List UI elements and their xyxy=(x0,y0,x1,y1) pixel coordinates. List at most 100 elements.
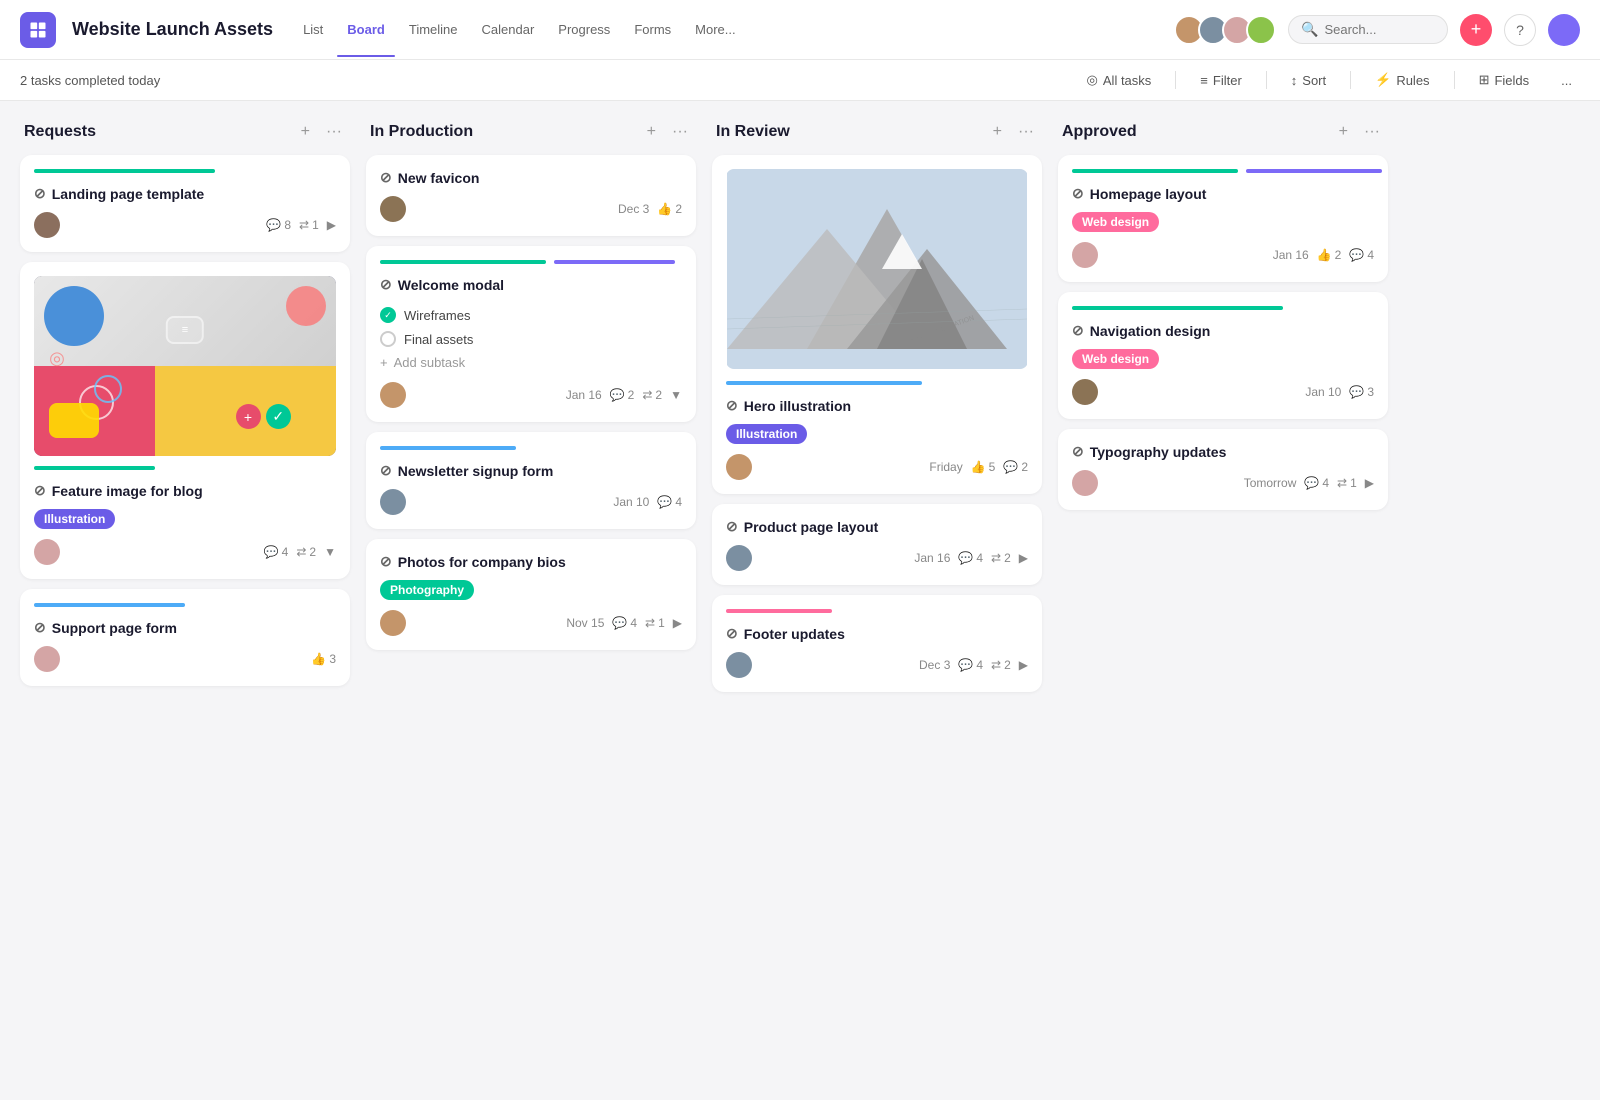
add-card-requests[interactable]: + xyxy=(297,121,314,143)
column-header-production: In Production + ··· xyxy=(366,121,696,143)
add-card-review[interactable]: + xyxy=(989,121,1006,143)
app-header: Website Launch Assets List Board Timelin… xyxy=(0,0,1600,60)
meta-comments-nav: 💬 3 xyxy=(1349,385,1374,399)
tab-timeline[interactable]: Timeline xyxy=(399,16,468,43)
card-navigation-design[interactable]: ⊘ Navigation design Web design Jan 10 💬 … xyxy=(1058,292,1388,419)
mountain-image: HERO ILLUSTRATION xyxy=(726,169,1028,369)
check-icon-welcome: ⊘ xyxy=(380,276,392,293)
column-approved: Approved + ··· ⊘ Homepage layout Web des… xyxy=(1058,121,1388,520)
meta-comments-welcome: 💬 2 xyxy=(610,388,635,402)
rules-btn[interactable]: ⚡ Rules xyxy=(1367,68,1437,92)
add-card-production[interactable]: + xyxy=(643,121,660,143)
header-right: 🔍 + ? xyxy=(1174,14,1580,46)
card-avatar-nav xyxy=(1072,379,1098,405)
subtasks-container: ✓ Wireframes Final assets + Add subtask xyxy=(380,303,682,374)
card-footer-welcome: Jan 16 💬 2 ⇄ 2 ▼ xyxy=(380,382,682,408)
meta-date-hero: Friday xyxy=(929,460,962,474)
tab-more[interactable]: More... xyxy=(685,16,745,43)
tab-list[interactable]: List xyxy=(293,16,333,43)
add-subtask-btn[interactable]: + Add subtask xyxy=(380,351,682,374)
divider-2 xyxy=(1266,71,1267,89)
tag-webdesign-nav: Web design xyxy=(1072,349,1159,369)
meta-date-favicon: Dec 3 xyxy=(618,202,649,216)
card-hero-illustration[interactable]: HERO ILLUSTRATION ⊘ Hero illustration Il… xyxy=(712,155,1042,494)
plus-icon: + xyxy=(380,355,388,370)
design-preview: ≡ ✓ + ◎ xyxy=(34,276,336,456)
sort-btn[interactable]: ↕ Sort xyxy=(1283,69,1334,92)
search-box[interactable]: 🔍 xyxy=(1288,15,1448,44)
card-welcome-modal[interactable]: ⊘ Welcome modal ✓ Wireframes Final asset… xyxy=(366,246,696,422)
card-title-2: ⊘ Feature image for blog xyxy=(34,482,336,499)
more-arrow-2: ▼ xyxy=(324,545,336,559)
card-footer-updates[interactable]: ⊘ Footer updates Dec 3 💬 4 ⇄ 2 ▶ xyxy=(712,595,1042,692)
tab-board[interactable]: Board xyxy=(337,16,395,43)
more-options-approved[interactable]: ··· xyxy=(1360,121,1384,143)
card-avatar-typography xyxy=(1072,470,1098,496)
tasks-completed: 2 tasks completed today xyxy=(20,73,160,88)
more-options-production[interactable]: ··· xyxy=(668,121,692,143)
divider-3 xyxy=(1350,71,1351,89)
subtask-check-undone xyxy=(380,331,396,347)
card-footer-favicon: Dec 3 👍 2 xyxy=(380,196,682,222)
search-input[interactable] xyxy=(1324,22,1435,37)
card-avatar xyxy=(34,212,60,238)
meta-comments-footer-updates: 💬 4 xyxy=(958,658,983,672)
meta-comments-product: 💬 4 xyxy=(958,551,983,565)
card-footer-hero: Friday 👍 5 💬 2 xyxy=(726,454,1028,480)
dual-progress-bar-homepage xyxy=(1072,169,1374,173)
card-avatar-homepage xyxy=(1072,242,1098,268)
check-icon-newsletter: ⊘ xyxy=(380,462,392,479)
card-support-page[interactable]: ⊘ Support page form 👍 3 xyxy=(20,589,350,686)
more-arrow: ▶ xyxy=(327,218,336,232)
card-landing-page[interactable]: ⊘ Landing page template 💬 8 ⇄ 1 ▶ xyxy=(20,155,350,252)
check-icon-typography: ⊘ xyxy=(1072,443,1084,460)
card-title-photos: ⊘ Photos for company bios xyxy=(380,553,682,570)
column-title-approved: Approved xyxy=(1062,123,1335,141)
meta-date-footer-updates: Dec 3 xyxy=(919,658,950,672)
user-avatar[interactable] xyxy=(1548,14,1580,46)
card-footer-homepage: Jan 16 👍 2 💬 4 xyxy=(1072,242,1374,268)
meta-date-nav: Jan 10 xyxy=(1305,385,1341,399)
help-button[interactable]: ? xyxy=(1504,14,1536,46)
card-newsletter[interactable]: ⊘ Newsletter signup form Jan 10 💬 4 xyxy=(366,432,696,529)
subtask-check-done: ✓ xyxy=(380,307,396,323)
check-icon-3: ⊘ xyxy=(34,619,46,636)
card-homepage-layout[interactable]: ⊘ Homepage layout Web design Jan 16 👍 2 … xyxy=(1058,155,1388,282)
column-title-requests: Requests xyxy=(24,123,297,141)
add-button[interactable]: + xyxy=(1460,14,1492,46)
all-tasks-btn[interactable]: ◎ All tasks xyxy=(1079,68,1160,92)
card-new-favicon[interactable]: ⊘ New favicon Dec 3 👍 2 xyxy=(366,155,696,236)
team-avatars xyxy=(1174,15,1276,45)
more-options-review[interactable]: ··· xyxy=(1014,121,1038,143)
check-icon-product: ⊘ xyxy=(726,518,738,535)
card-meta-typography: Tomorrow 💬 4 ⇄ 1 ▶ xyxy=(1244,476,1374,490)
nav-tabs: List Board Timeline Calendar Progress Fo… xyxy=(293,16,746,43)
meta-comments-homepage: 💬 4 xyxy=(1349,248,1374,262)
card-photos-bios[interactable]: ⊘ Photos for company bios Photography No… xyxy=(366,539,696,650)
more-options-requests[interactable]: ··· xyxy=(322,121,346,143)
card-typography[interactable]: ⊘ Typography updates Tomorrow 💬 4 ⇄ 1 ▶ xyxy=(1058,429,1388,510)
meta-comments-newsletter: 💬 4 xyxy=(657,495,682,509)
column-actions-production: + ··· xyxy=(643,121,692,143)
card-footer: 💬 8 ⇄ 1 ▶ xyxy=(34,212,336,238)
meta-comments-typography: 💬 4 xyxy=(1304,476,1329,490)
meta-likes-hero: 👍 5 xyxy=(971,460,996,474)
fields-btn[interactable]: ⊞ Fields xyxy=(1471,68,1538,92)
more-arrow-photos: ▶ xyxy=(673,616,682,630)
card-avatar-3 xyxy=(34,646,60,672)
add-card-approved[interactable]: + xyxy=(1335,121,1352,143)
meta-subtasks-welcome: ⇄ 2 xyxy=(642,388,662,402)
tab-progress[interactable]: Progress xyxy=(548,16,620,43)
card-product-page[interactable]: ⊘ Product page layout Jan 16 💬 4 ⇄ 2 ▶ xyxy=(712,504,1042,585)
progress-bar-nav xyxy=(1072,306,1283,310)
more-options-btn[interactable]: ... xyxy=(1553,69,1580,92)
dual-progress-bar xyxy=(380,260,682,264)
filter-btn[interactable]: ≡ Filter xyxy=(1192,69,1249,92)
tab-calendar[interactable]: Calendar xyxy=(472,16,545,43)
card-feature-image[interactable]: ≡ ✓ + ◎ ⊘ Feature image for blog Illustr… xyxy=(20,262,350,579)
meta-comments-2: 💬 4 xyxy=(264,545,289,559)
meta-likes-homepage: 👍 2 xyxy=(1317,248,1342,262)
card-meta-hero: Friday 👍 5 💬 2 xyxy=(929,460,1028,474)
divider-4 xyxy=(1454,71,1455,89)
tab-forms[interactable]: Forms xyxy=(624,16,681,43)
